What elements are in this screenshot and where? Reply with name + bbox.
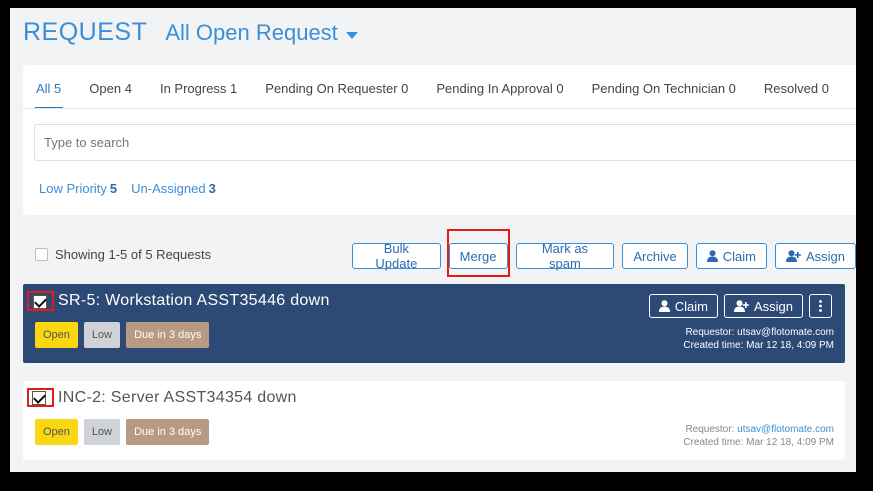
filter-low-priority[interactable]: Low Priority 5 bbox=[39, 181, 117, 196]
requestor-label: Requestor: bbox=[685, 424, 735, 435]
claim-label: Claim bbox=[722, 248, 756, 264]
requestor-line: Requestor: utsav@flotomate.com bbox=[683, 326, 834, 339]
mark-spam-button[interactable]: Mark as spam bbox=[515, 241, 615, 271]
page-title: REQUEST bbox=[23, 18, 148, 46]
checkbox-highlight-box bbox=[27, 388, 54, 407]
filter-unassigned-count: 3 bbox=[208, 181, 216, 196]
quick-filters: Low Priority 5 Un-Assigned 3 bbox=[39, 181, 216, 196]
page-header: REQUEST All Open Request bbox=[23, 18, 358, 47]
view-selector[interactable]: All Open Request bbox=[165, 20, 358, 46]
tab-resolved[interactable]: Resolved 0 bbox=[750, 78, 843, 109]
status-badge: Open bbox=[35, 419, 78, 445]
showing-count: Showing 1-5 of 5 Requests bbox=[55, 247, 212, 262]
priority-badge: Low bbox=[83, 322, 121, 348]
created-line: Created time: Mar 12 18, 4:09 PM bbox=[683, 436, 834, 449]
caret-down-icon bbox=[345, 31, 358, 39]
request-row[interactable]: INC-2: Server ASST34354 down Open Low Du… bbox=[23, 381, 845, 460]
created-label: Created time: bbox=[683, 340, 744, 351]
archive-button[interactable]: Archive bbox=[622, 243, 688, 269]
merge-highlight-box bbox=[447, 229, 510, 277]
filter-low-priority-label: Low Priority bbox=[39, 181, 107, 196]
requestor-email: utsav@flotomate.com bbox=[737, 327, 834, 338]
requestor-line: Requestor: utsav@flotomate.com bbox=[683, 423, 834, 436]
user-plus-icon bbox=[733, 300, 749, 312]
due-badge: Due in 3 days bbox=[126, 419, 210, 445]
bulk-update-button[interactable]: Bulk Update bbox=[352, 241, 441, 271]
request-meta: Requestor: utsav@flotomate.com Created t… bbox=[683, 326, 834, 352]
created-time: Mar 12 18, 4:09 PM bbox=[746, 340, 834, 351]
request-meta: Requestor: utsav@flotomate.com Created t… bbox=[683, 423, 834, 449]
tab-pending-on-technician[interactable]: Pending On Technician 0 bbox=[578, 78, 750, 109]
request-title[interactable]: INC-2: Server ASST34354 down bbox=[58, 389, 297, 407]
assign-button[interactable]: Assign bbox=[774, 243, 856, 269]
tab-all[interactable]: All 5 bbox=[23, 78, 75, 109]
view-label: All Open Request bbox=[165, 20, 338, 45]
tab-open[interactable]: Open 4 bbox=[75, 78, 146, 109]
user-icon bbox=[658, 300, 670, 312]
claim-button[interactable]: Claim bbox=[695, 243, 767, 269]
user-icon bbox=[706, 250, 718, 262]
status-badge: Open bbox=[35, 322, 78, 348]
created-line: Created time: Mar 12 18, 4:09 PM bbox=[683, 339, 834, 352]
row-actions: Claim Assign bbox=[648, 294, 832, 318]
request-page: REQUEST All Open Request All 5 Open 4 In… bbox=[10, 8, 856, 472]
row-claim-button[interactable]: Claim bbox=[648, 294, 718, 318]
checkbox-highlight-box bbox=[27, 291, 54, 311]
request-title[interactable]: SR-5: Workstation ASST35446 down bbox=[58, 292, 330, 310]
request-badges: Open Low Due in 3 days bbox=[35, 322, 210, 348]
tab-in-progress[interactable]: In Progress 1 bbox=[146, 78, 251, 109]
tab-pending-on-requester[interactable]: Pending On Requester 0 bbox=[251, 78, 422, 109]
tabs-divider bbox=[23, 108, 856, 109]
select-all-checkbox[interactable] bbox=[35, 248, 48, 261]
user-plus-icon bbox=[785, 250, 801, 262]
assign-label: Assign bbox=[805, 248, 845, 264]
list-summary: Showing 1-5 of 5 Requests bbox=[35, 247, 211, 262]
kebab-menu-icon bbox=[819, 300, 822, 312]
search-input[interactable] bbox=[34, 124, 856, 161]
request-row-selected[interactable]: SR-5: Workstation ASST35446 down Open Lo… bbox=[23, 284, 845, 363]
request-badges: Open Low Due in 3 days bbox=[35, 419, 210, 445]
filter-low-priority-count: 5 bbox=[109, 181, 118, 196]
created-time: Mar 12 18, 4:09 PM bbox=[746, 437, 834, 448]
priority-badge: Low bbox=[83, 419, 121, 445]
requestor-label: Requestor: bbox=[685, 327, 735, 338]
tab-pending-in-approval[interactable]: Pending In Approval 0 bbox=[422, 78, 577, 109]
row-assign-button[interactable]: Assign bbox=[723, 294, 803, 318]
filter-unassigned[interactable]: Un-Assigned 3 bbox=[131, 181, 216, 196]
requestor-email-link[interactable]: utsav@flotomate.com bbox=[737, 424, 834, 435]
due-badge: Due in 3 days bbox=[126, 322, 210, 348]
more-options-button[interactable] bbox=[809, 294, 832, 318]
created-label: Created time: bbox=[683, 437, 744, 448]
status-tabs: All 5 Open 4 In Progress 1 Pending On Re… bbox=[23, 78, 843, 109]
filter-card: All 5 Open 4 In Progress 1 Pending On Re… bbox=[23, 65, 856, 215]
row-assign-label: Assign bbox=[753, 298, 793, 314]
filter-unassigned-label: Un-Assigned bbox=[131, 181, 206, 196]
row-claim-label: Claim bbox=[674, 298, 708, 314]
bulk-actions-toolbar: Bulk Update Merge Mark as spam Archive C… bbox=[352, 241, 856, 271]
